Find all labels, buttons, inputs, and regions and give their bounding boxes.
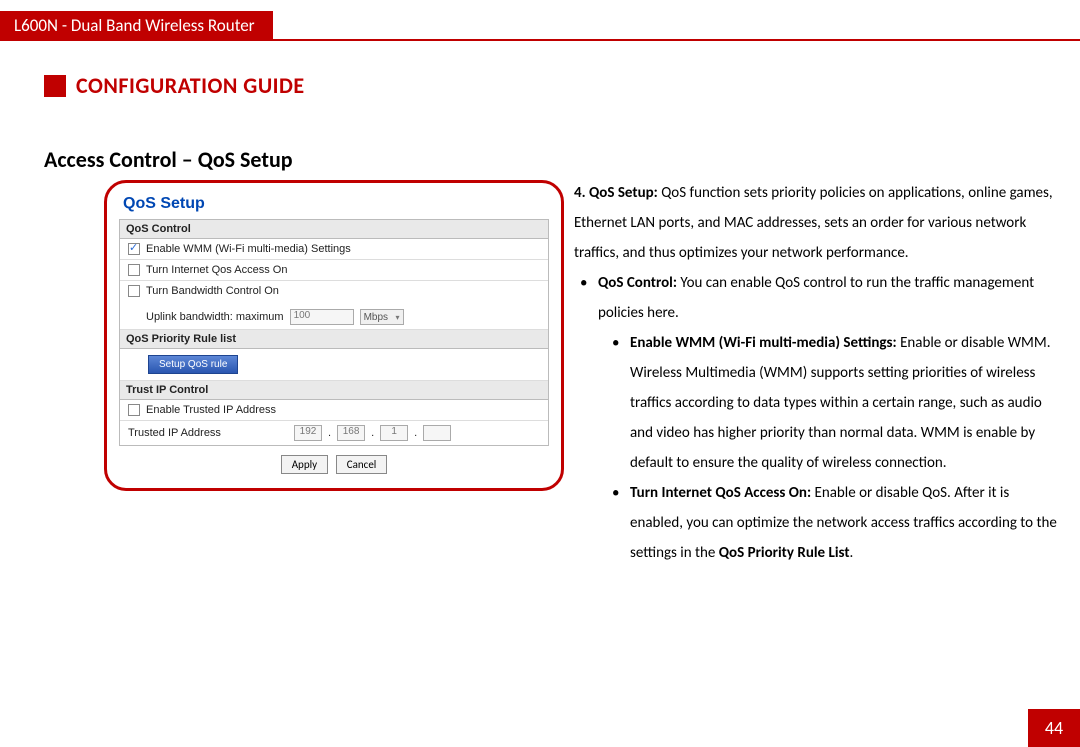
screenshot-title: QoS Setup [123,195,549,213]
screenshot-column: QoS Setup QoS Control Enable WMM (Wi-Fi … [104,180,564,491]
lead-paragraph: 4. QoS Setup: QoS function sets priority… [574,178,1060,268]
trust-enable-checkbox[interactable] [128,404,140,416]
internet-qos-label: Turn Internet Qos Access On [146,264,287,276]
page-number: 44 [1028,709,1080,747]
section-title: CONFIGURATION GUIDE [76,72,305,99]
b2b-tail-dot: . [850,544,854,562]
b1-title: QoS Control: [598,274,677,292]
page: L600N - Dual Band Wireless Router CONFIG… [0,0,1080,747]
b2b-tail-bold: QoS Priority Rule List [719,544,850,562]
qos-panel: QoS Control Enable WMM (Wi-Fi multi-medi… [119,219,549,446]
screenshot-frame: QoS Setup QoS Control Enable WMM (Wi-Fi … [104,180,564,491]
cancel-button[interactable]: Cancel [336,455,388,474]
b2b-title: Turn Internet QoS Access On: [630,484,811,502]
wmm-label: Enable WMM (Wi-Fi multi-media) Settings [146,243,351,255]
internet-qos-checkbox[interactable] [128,264,140,276]
bullet-qos-control: QoS Control: You can enable QoS control … [574,268,1060,328]
internet-qos-row: Turn Internet Qos Access On [120,260,548,281]
trust-header: Trust IP Control [120,381,548,400]
chevron-down-icon: ▾ [396,313,400,322]
bullet-wmm: Enable WMM (Wi-Fi multi-media) Settings:… [574,328,1060,478]
trust-enable-label: Enable Trusted IP Address [146,404,276,416]
trust-ip-label: Trusted IP Address [128,427,288,439]
ip-octet-3[interactable]: 1 [380,425,408,441]
bandwidth-label: Turn Bandwidth Control On [146,285,279,297]
uplink-input[interactable]: 100 [290,309,354,325]
bandwidth-checkbox[interactable] [128,285,140,297]
uplink-label: Uplink bandwidth: maximum [146,311,284,323]
section-marker-icon [44,75,66,97]
description-column: 4. QoS Setup: QoS function sets priority… [574,178,1060,568]
wmm-row: Enable WMM (Wi-Fi multi-media) Settings [120,239,548,260]
section-row: CONFIGURATION GUIDE [44,72,305,99]
b2a-title: Enable WMM (Wi-Fi multi-media) Settings: [630,334,897,352]
b2a-text: Enable or disable WMM. Wireless Multimed… [630,334,1051,472]
qos-control-header: QoS Control [120,220,548,239]
uplink-unit-select[interactable]: Mbps ▾ [360,309,404,325]
lead-number: 4. QoS Setup: [574,184,658,202]
wmm-checkbox[interactable] [128,243,140,255]
product-name: L600N - Dual Band Wireless Router [0,11,273,41]
header-bar: L600N - Dual Band Wireless Router [0,11,1080,41]
ip-octet-2[interactable]: 168 [337,425,365,441]
button-row: Apply Cancel [119,446,549,474]
ip-octet-1[interactable]: 192 [294,425,322,441]
trust-ip-row: Trusted IP Address 192 . 168 . 1 . [120,421,548,445]
page-subheading: Access Control – QoS Setup [44,146,293,173]
uplink-unit-value: Mbps [364,312,388,323]
trust-enable-row: Enable Trusted IP Address [120,400,548,421]
setup-qos-rule-button[interactable]: Setup QoS rule [148,355,238,374]
bandwidth-row: Turn Bandwidth Control On Uplink bandwid… [120,281,548,330]
ip-octet-4[interactable] [423,425,451,441]
priority-header: QoS Priority Rule list [120,330,548,349]
apply-button[interactable]: Apply [281,455,328,474]
bullet-internet-qos: Turn Internet QoS Access On: Enable or d… [574,478,1060,568]
priority-row: Setup QoS rule [120,349,548,381]
